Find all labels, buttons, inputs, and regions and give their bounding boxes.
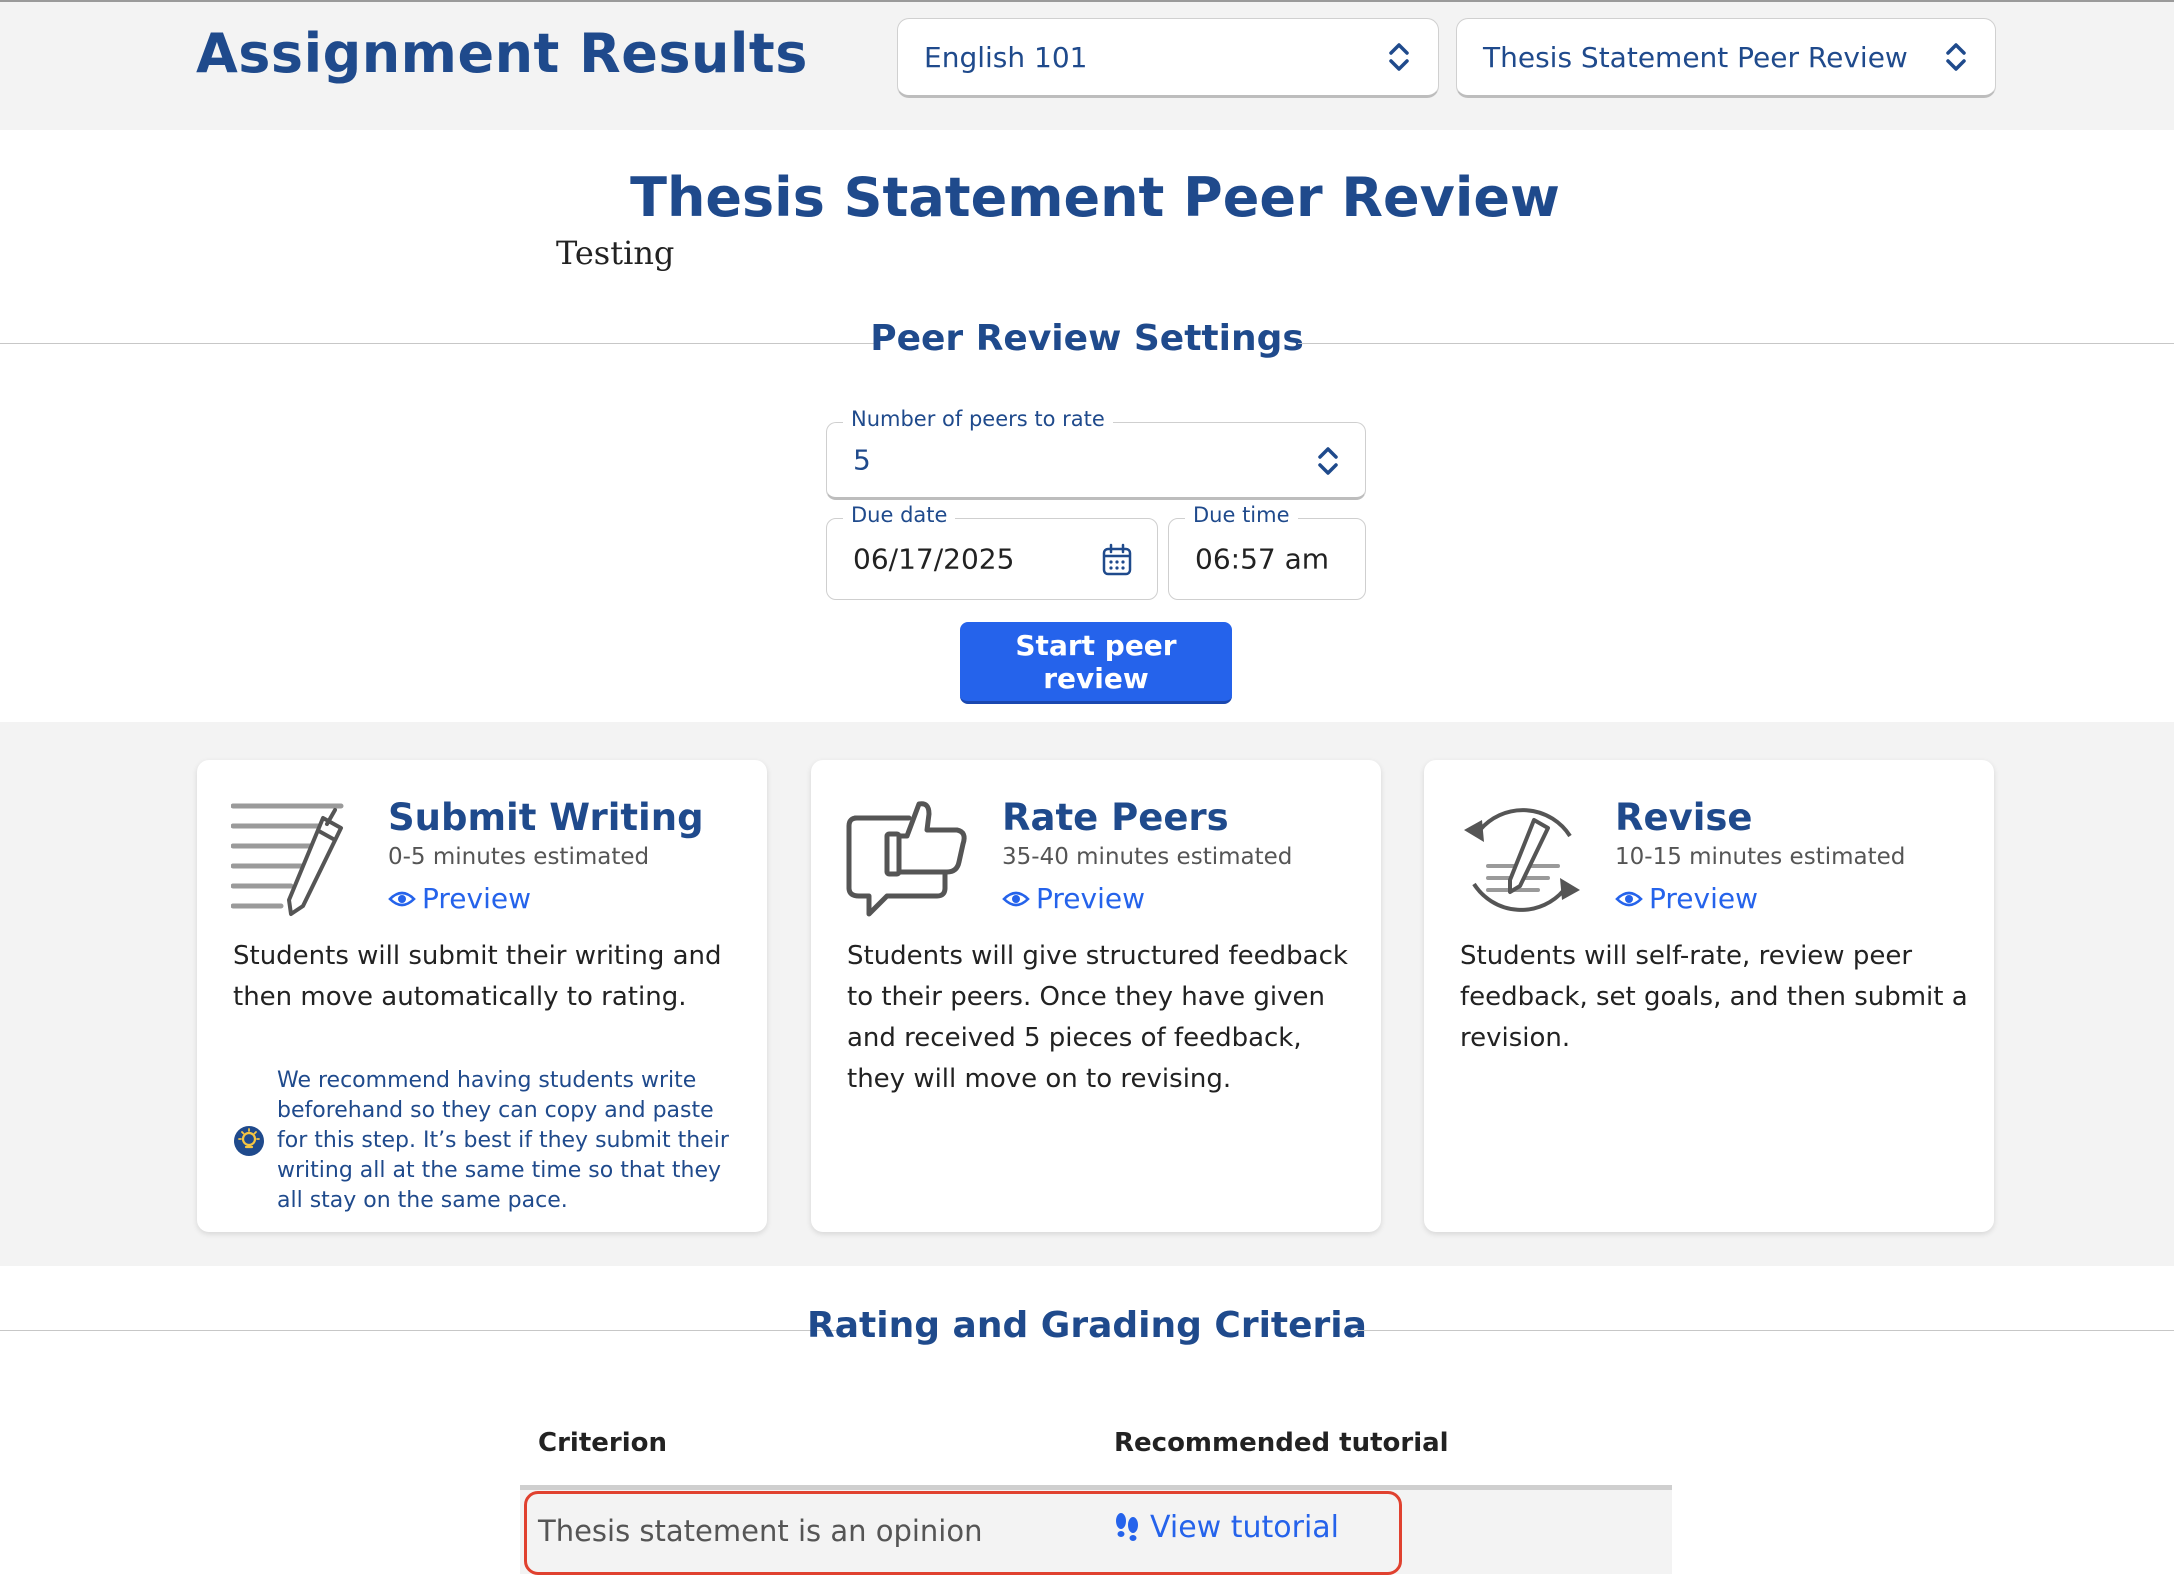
peer-review-settings-heading: Peer Review Settings — [0, 318, 2174, 368]
step-title: Rate Peers — [1002, 796, 1229, 839]
due-date-value: 06/17/2025 — [853, 542, 1015, 576]
due-time-value: 06:57 am — [1195, 542, 1330, 576]
lightbulb-icon — [234, 1126, 264, 1156]
due-date-label: Due date — [843, 503, 956, 527]
footsteps-icon — [1116, 1512, 1138, 1541]
step-card-rate-peers: Rate Peers 35-40 minutes estimated Previ… — [811, 760, 1381, 1232]
step-estimate: 35-40 minutes estimated — [1002, 844, 1293, 870]
due-date-field[interactable]: Due date 06/17/2025 — [826, 503, 1158, 600]
criteria-table: Criterion Recommended tutorial Thesis st… — [520, 1410, 1672, 1574]
preview-link[interactable]: Preview — [388, 882, 531, 915]
divider — [1298, 343, 2174, 344]
section-heading-text: Rating and Grading Criteria — [807, 1305, 1367, 1346]
course-select-value: English 101 — [924, 40, 1088, 74]
chevron-up-down-icon — [1318, 447, 1338, 475]
assignment-description: Testing — [556, 234, 675, 272]
steps-band: Submit Writing 0-5 minutes estimated Pre… — [0, 722, 2174, 1266]
page-title: Thesis Statement Peer Review — [630, 166, 1560, 229]
table-header: Criterion Recommended tutorial — [520, 1410, 1672, 1490]
section-heading-text: Peer Review Settings — [870, 318, 1304, 359]
eye-icon — [1002, 891, 1030, 906]
column-header-tutorial: Recommended tutorial — [1114, 1428, 1449, 1458]
due-time-field[interactable]: Due time 06:57 am — [1168, 503, 1366, 600]
top-bar: Assignment Results English 101 Thesis St… — [0, 0, 2174, 130]
peers-to-rate-select[interactable]: Number of peers to rate 5 — [826, 407, 1366, 500]
view-tutorial-link[interactable]: View tutorial — [1114, 1510, 1339, 1545]
preview-label: Preview — [1036, 882, 1145, 915]
peers-to-rate-label: Number of peers to rate — [843, 407, 1113, 431]
chevron-up-down-icon — [1946, 43, 1966, 71]
due-time-label: Due time — [1185, 503, 1298, 527]
revise-cycle-icon — [1464, 808, 1580, 912]
step-description: Students will give structured feedback t… — [847, 941, 1348, 1094]
step-description: Students will self-rate, review peer fee… — [1460, 941, 1968, 1053]
step-estimate: 0-5 minutes estimated — [388, 844, 650, 870]
course-select[interactable]: English 101 — [897, 18, 1439, 98]
step-description: Students will submit their writing and t… — [233, 941, 722, 1012]
chevron-up-down-icon — [1389, 43, 1409, 71]
start-peer-review-button[interactable]: Start peer review — [960, 622, 1232, 704]
peers-to-rate-value: 5 — [853, 443, 871, 477]
eye-icon — [388, 891, 416, 906]
step-title: Submit Writing — [388, 796, 704, 839]
step-card-submit-writing: Submit Writing 0-5 minutes estimated Pre… — [197, 760, 767, 1232]
app-title: Assignment Results — [196, 22, 808, 85]
step-estimate: 10-15 minutes estimated — [1615, 844, 1906, 870]
thumbs-up-speech-icon — [846, 801, 967, 917]
view-tutorial-label: View tutorial — [1150, 1510, 1340, 1545]
criterion-cell: Thesis statement is an opinion — [538, 1514, 983, 1548]
preview-link[interactable]: Preview — [1615, 882, 1758, 915]
preview-link[interactable]: Preview — [1002, 882, 1145, 915]
preview-label: Preview — [422, 882, 531, 915]
column-header-criterion: Criterion — [538, 1428, 667, 1458]
assignment-select[interactable]: Thesis Statement Peer Review — [1456, 18, 1996, 98]
calendar-icon[interactable] — [1101, 543, 1133, 577]
eye-icon — [1615, 891, 1643, 906]
divider — [1354, 1330, 2174, 1331]
writing-pencil-icon — [231, 803, 344, 916]
assignment-select-value: Thesis Statement Peer Review — [1483, 40, 1908, 74]
tip-text: We recommend having students write befor… — [277, 1068, 729, 1213]
step-card-revise: Revise 10-15 minutes estimated Preview S… — [1424, 760, 1994, 1232]
step-title: Revise — [1615, 796, 1753, 839]
preview-label: Preview — [1649, 882, 1758, 915]
rating-criteria-heading: Rating and Grading Criteria — [0, 1305, 2174, 1355]
table-row: Thesis statement is an opinion View tuto… — [520, 1490, 1672, 1574]
step-tip: We recommend having students write befor… — [233, 1066, 743, 1216]
